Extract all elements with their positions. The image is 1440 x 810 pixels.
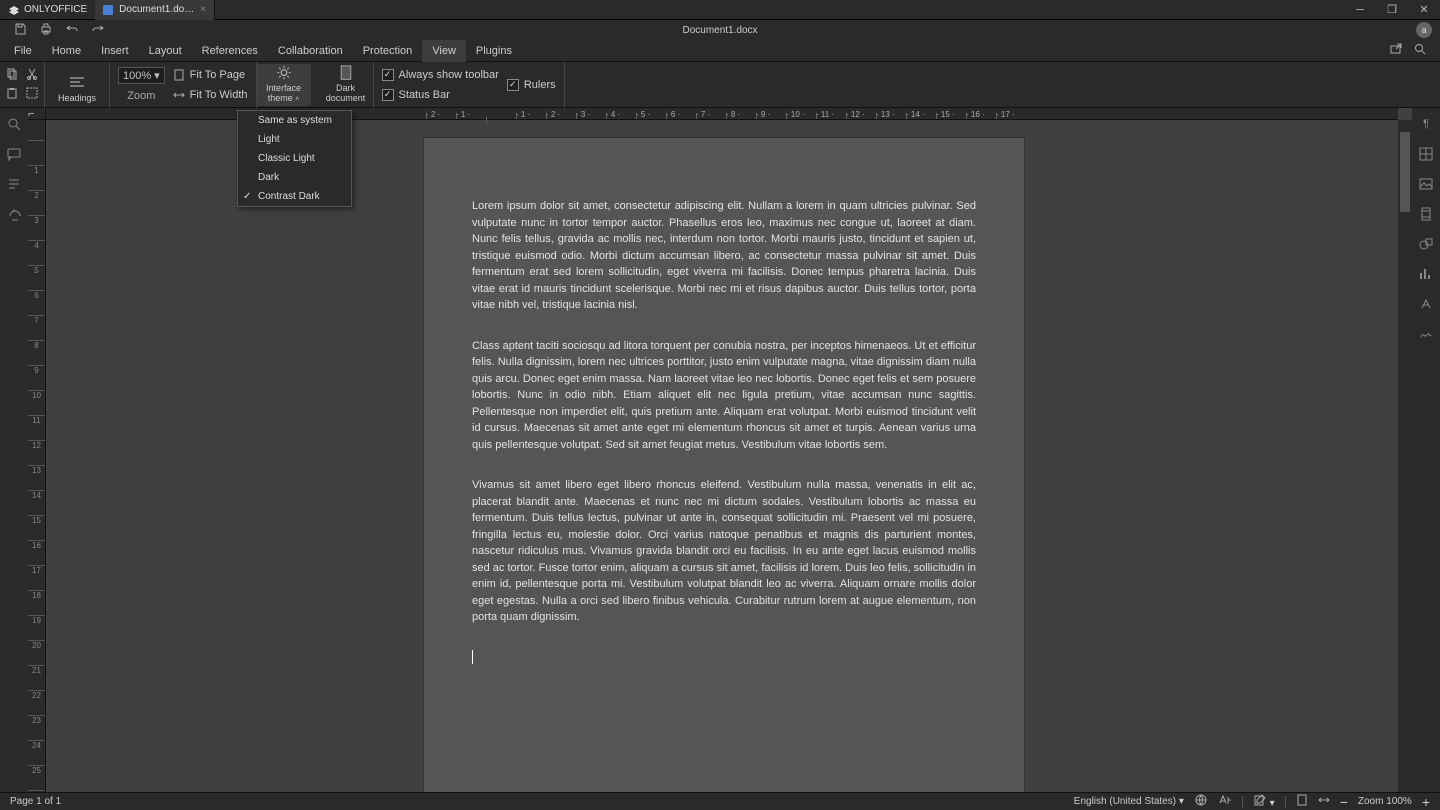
vertical-ruler[interactable]: 1234567891011121314151617181920212223242… [28,120,46,792]
feedback-icon[interactable] [6,206,22,222]
open-location-icon[interactable] [1390,43,1402,58]
doclang-icon[interactable] [1218,794,1232,809]
page-indicator[interactable]: Page 1 of 1 [10,796,61,807]
cut-icon[interactable] [26,68,38,83]
ribbon: Headings 100%▾ Zoom Fit To Page Fit To W… [0,62,1440,108]
theme-option-dark[interactable]: Dark [238,168,351,187]
user-avatar[interactable]: a [1416,22,1432,38]
menu-layout[interactable]: Layout [139,40,192,62]
chart-settings-icon[interactable] [1418,266,1434,282]
menu-home[interactable]: Home [42,40,91,62]
textart-settings-icon[interactable] [1418,296,1434,312]
header-footer-icon[interactable] [1418,206,1434,222]
search-icon[interactable] [1414,43,1426,58]
rulers-checkbox[interactable]: Rulers [507,77,556,93]
spellcheck-icon[interactable] [1194,794,1208,809]
titlebar: ONLYOFFICE Document1.do… × ─ ❐ ✕ [0,0,1440,20]
dark-document-button[interactable]: Dark document [319,64,373,106]
status-bar-checkbox[interactable]: Status Bar [382,87,499,103]
undo-icon[interactable] [66,23,78,38]
paragraph[interactable]: Lorem ipsum dolor sit amet, consectetur … [472,198,976,314]
navigation-icon[interactable] [6,176,22,192]
headings-button[interactable]: Headings [53,64,101,106]
window-controls: ─ ❐ ✕ [1344,0,1440,20]
maximize-button[interactable]: ❐ [1376,0,1408,20]
menu-file[interactable]: File [4,40,42,62]
document-page[interactable]: Lorem ipsum dolor sit amet, consectetur … [424,138,1024,792]
fit-to-width-button[interactable]: Fit To Width [173,87,248,103]
zoom-label: Zoom [127,88,155,102]
checkbox-icon [382,89,394,101]
minimize-button[interactable]: ─ [1344,0,1376,20]
checkbox-icon [382,69,394,81]
text-cursor [472,650,473,664]
menu-plugins[interactable]: Plugins [466,40,522,62]
onlyoffice-icon [8,4,20,16]
menubar: File Home Insert Layout References Colla… [0,40,1440,62]
app-logo: ONLYOFFICE [0,4,95,16]
zoom-indicator[interactable]: Zoom 100% [1358,796,1412,807]
zoom-out-button[interactable]: − [1340,794,1348,810]
ruler-corner[interactable]: ⌐ [28,108,46,120]
zoom-in-button[interactable]: + [1422,794,1430,810]
editor-area: ⌐ · 2 ·· 1 ·· 1 ·· 2 ·· 3 ·· 4 ·· 5 ·· 6… [28,108,1412,792]
interface-theme-button[interactable]: Interface theme ˄ [257,64,311,106]
statusbar: Page 1 of 1 English (United States) ▾ ▾ … [0,792,1440,810]
zoom-input[interactable]: 100%▾ [118,67,165,84]
document-title: Document1.docx [682,25,757,36]
comments-icon[interactable] [6,146,22,162]
menu-insert[interactable]: Insert [91,40,139,62]
copy-icon[interactable] [6,68,18,83]
fit-page-status-icon[interactable] [1296,794,1308,809]
close-button[interactable]: ✕ [1408,0,1440,20]
fit-width-icon [173,89,185,101]
select-all-icon[interactable] [26,87,38,102]
theme-option-same-as-system[interactable]: Same as system [238,111,351,130]
menu-references[interactable]: References [192,40,268,62]
dark-doc-icon [337,64,355,81]
fit-to-page-button[interactable]: Fit To Page [173,67,248,83]
headings-icon [68,75,86,91]
paragraph[interactable]: Vivamus sit amet libero eget libero rhon… [472,477,976,626]
theme-option-contrast-dark[interactable]: Contrast Dark [238,187,351,206]
interface-theme-dropdown: Same as systemLightClassic LightDarkCont… [237,110,352,207]
table-settings-icon[interactable] [1418,146,1434,162]
language-selector[interactable]: English (United States) ▾ [1074,796,1184,807]
document-tab[interactable]: Document1.do… × [95,0,215,20]
scrollbar-thumb[interactable] [1400,132,1410,212]
paste-icon[interactable] [6,87,18,102]
find-icon[interactable] [6,116,22,132]
fit-page-icon [173,69,185,81]
menu-collaboration[interactable]: Collaboration [268,40,353,62]
quick-access-bar: Document1.docx a [0,20,1440,40]
tab-close-icon[interactable]: × [200,4,206,15]
checkbox-icon [507,79,519,91]
menu-protection[interactable]: Protection [353,40,423,62]
right-sidebar: ¶ [1412,108,1440,792]
save-icon[interactable] [14,23,26,38]
shape-settings-icon[interactable] [1418,236,1434,252]
left-sidebar [0,108,28,792]
always-show-toolbar-checkbox[interactable]: Always show toolbar [382,67,499,83]
redo-icon[interactable] [92,23,104,38]
menu-view[interactable]: View [422,40,466,62]
signature-icon[interactable] [1418,326,1434,342]
image-settings-icon[interactable] [1418,176,1434,192]
workspace: ⌐ · 2 ·· 1 ·· 1 ·· 2 ·· 3 ·· 4 ·· 5 ·· 6… [0,108,1440,792]
print-icon[interactable] [40,23,52,38]
document-icon [103,5,113,15]
paragraph-settings-icon[interactable]: ¶ [1418,116,1434,132]
fit-width-status-icon[interactable] [1318,794,1330,809]
theme-option-light[interactable]: Light [238,130,351,149]
vertical-scrollbar[interactable] [1398,120,1412,792]
track-changes-icon[interactable]: ▾ [1253,794,1275,809]
theme-option-classic-light[interactable]: Classic Light [238,149,351,168]
sun-icon [275,64,293,81]
paragraph[interactable]: Class aptent taciti sociosqu ad litora t… [472,338,976,454]
